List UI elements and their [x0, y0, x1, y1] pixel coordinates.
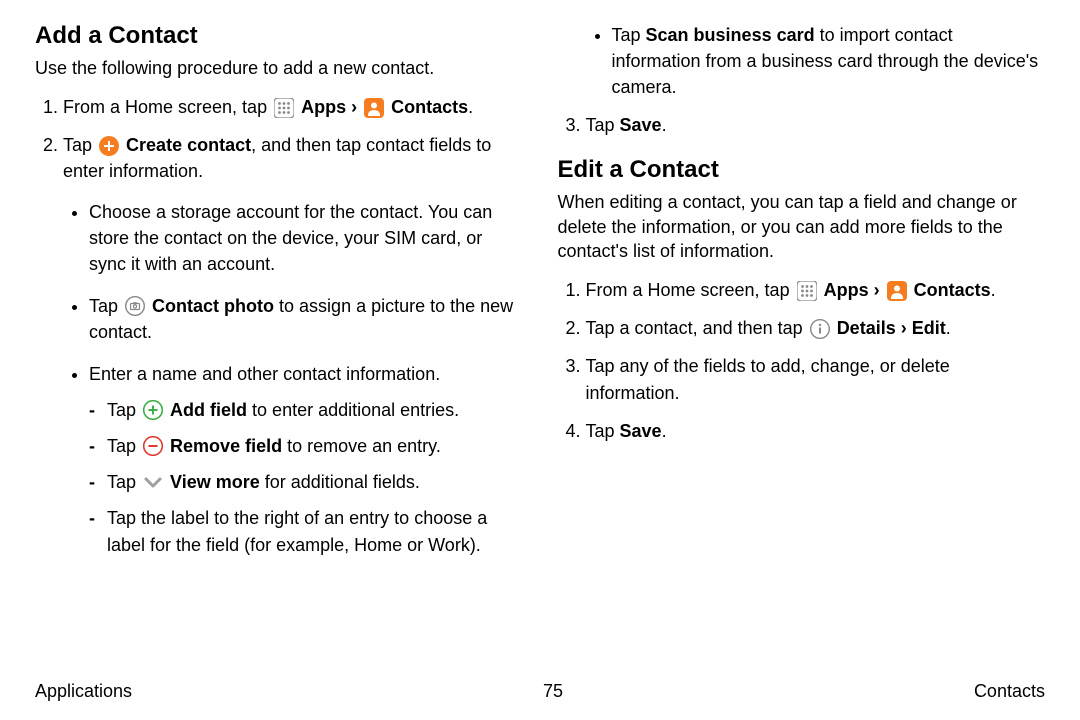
- heading-edit-contact: Edit a Contact: [558, 156, 1046, 184]
- edit-steps: From a Home screen, tap Apps › Contacts.…: [558, 277, 1046, 443]
- add-step-1: From a Home screen, tap Apps › Contacts.: [63, 94, 523, 120]
- contact-photo-label: Contact photo: [152, 296, 274, 316]
- bullet-scan-card: Tap Scan business card to import contact…: [612, 22, 1046, 100]
- view-more-label: View more: [170, 472, 260, 492]
- text: Tap: [586, 421, 620, 441]
- bullet-photo: Tap Contact photo to assign a picture to…: [89, 293, 523, 345]
- text: From a Home screen, tap: [63, 97, 272, 117]
- remove-field-label: Remove field: [170, 436, 282, 456]
- text: for additional fields.: [260, 472, 420, 492]
- create-contact-label: Create contact: [126, 135, 251, 155]
- dash-list: Tap Add field to enter additional entrie…: [89, 397, 523, 557]
- apps-icon: [797, 281, 817, 301]
- scan-card-label: Scan business card: [646, 25, 815, 45]
- text: .: [946, 318, 951, 338]
- text: .: [991, 280, 996, 300]
- footer-page-number: 75: [543, 681, 563, 702]
- info-icon: [810, 319, 830, 339]
- chevron: ›: [901, 318, 912, 338]
- text: Enter a name and other contact informati…: [89, 364, 440, 384]
- contacts-icon: [364, 98, 384, 118]
- text: .: [468, 97, 473, 117]
- page-content: Add a Contact Use the following procedur…: [0, 0, 1080, 645]
- text: to enter additional entries.: [247, 400, 459, 420]
- save-label: Save: [620, 115, 662, 135]
- text: Tap a contact, and then tap: [586, 318, 808, 338]
- text: Tap: [63, 135, 97, 155]
- chevron: ›: [874, 280, 885, 300]
- bullet-enter-name: Enter a name and other contact informati…: [89, 361, 523, 558]
- intro-add: Use the following procedure to add a new…: [35, 56, 523, 80]
- edit-step-3: Tap any of the fields to add, change, or…: [586, 353, 1046, 405]
- edit-label: Edit: [912, 318, 946, 338]
- bullet-storage: Choose a storage account for the contact…: [89, 199, 523, 277]
- add-step-3: Tap Save.: [586, 112, 1046, 138]
- page-footer: Applications 75 Contacts: [35, 681, 1045, 702]
- dash-remove-field: Tap Remove field to remove an entry.: [107, 433, 523, 459]
- text: From a Home screen, tap: [586, 280, 795, 300]
- text: Tap: [612, 25, 646, 45]
- footer-right: Contacts: [974, 681, 1045, 702]
- intro-edit: When editing a contact, you can tap a fi…: [558, 190, 1046, 263]
- text: to remove an entry.: [282, 436, 441, 456]
- text: .: [662, 421, 667, 441]
- add-field-icon: [143, 400, 163, 420]
- contacts-label: Contacts: [914, 280, 991, 300]
- edit-step-2: Tap a contact, and then tap Details › Ed…: [586, 315, 1046, 341]
- apps-icon: [274, 98, 294, 118]
- edit-step-4: Tap Save.: [586, 418, 1046, 444]
- dash-view-more: Tap View more for additional fields.: [107, 469, 523, 495]
- contacts-label: Contacts: [391, 97, 468, 117]
- dash-label: Tap the label to the right of an entry t…: [107, 505, 523, 557]
- add-field-label: Add field: [170, 400, 247, 420]
- create-contact-icon: [99, 136, 119, 156]
- text: .: [662, 115, 667, 135]
- apps-label: Apps: [824, 280, 869, 300]
- apps-label: Apps: [301, 97, 346, 117]
- remove-field-icon: [143, 436, 163, 456]
- text: Tap: [89, 296, 123, 316]
- text: Tap: [107, 436, 141, 456]
- dash-add-field: Tap Add field to enter additional entrie…: [107, 397, 523, 423]
- save-label: Save: [620, 421, 662, 441]
- chevron-down-icon: [143, 473, 163, 493]
- camera-icon: [125, 296, 145, 316]
- details-label: Details: [837, 318, 896, 338]
- edit-step-1: From a Home screen, tap Apps › Contacts.: [586, 277, 1046, 303]
- text: Tap: [107, 400, 141, 420]
- chevron: ›: [351, 97, 362, 117]
- contacts-icon: [887, 281, 907, 301]
- footer-left: Applications: [35, 681, 132, 702]
- heading-add-contact: Add a Contact: [35, 22, 523, 50]
- text: Tap: [586, 115, 620, 135]
- text: Tap: [107, 472, 141, 492]
